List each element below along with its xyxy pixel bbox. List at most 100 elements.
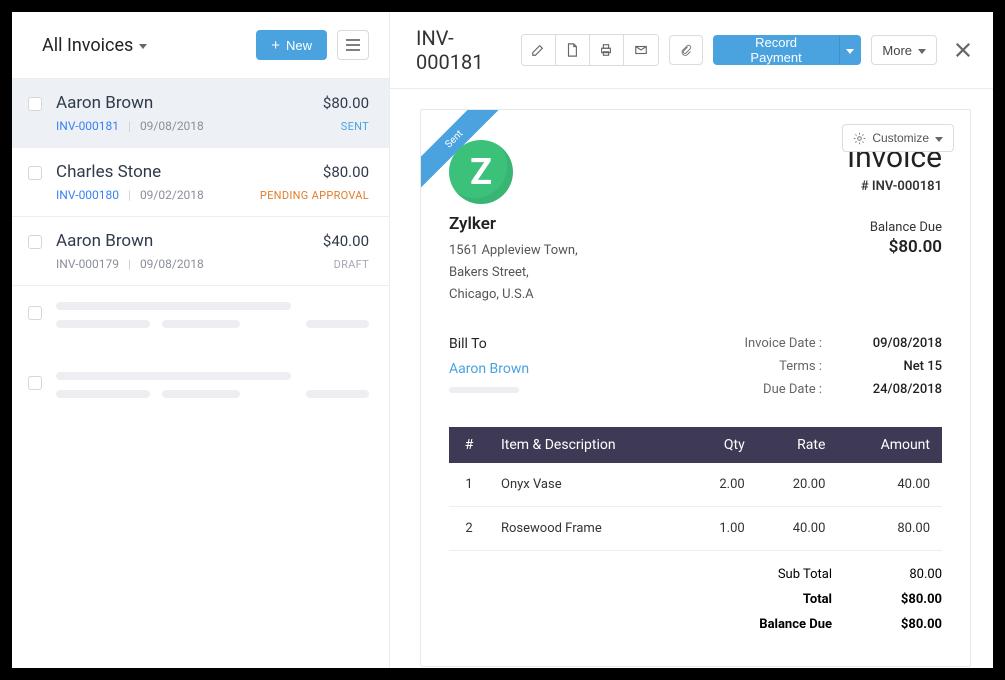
invoice-meta-left: INV-000180 | 09/02/2018 bbox=[56, 188, 204, 202]
addr-line: Chicago, U.S.A bbox=[449, 284, 578, 306]
customer-name: Aaron Brown bbox=[56, 93, 153, 113]
paperclip-icon bbox=[680, 43, 692, 57]
invoice-amount: $80.00 bbox=[323, 94, 369, 112]
total-key: Sub Total bbox=[722, 567, 832, 582]
checkbox[interactable] bbox=[28, 97, 42, 111]
edit-button[interactable] bbox=[522, 35, 556, 65]
meta-row: Due Date : 24/08/2018 bbox=[722, 382, 942, 397]
list-actions: + New bbox=[256, 30, 369, 60]
invoice-list-placeholder bbox=[12, 286, 389, 356]
list-header: All Invoices + New bbox=[12, 12, 389, 79]
meta-value: Net 15 bbox=[852, 359, 942, 374]
meta-key: Due Date : bbox=[722, 382, 822, 397]
total-value: $80.00 bbox=[862, 592, 942, 607]
email-button[interactable] bbox=[624, 35, 658, 65]
chevron-down-icon bbox=[918, 49, 926, 54]
new-label: New bbox=[286, 38, 312, 53]
meta-key: Invoice Date : bbox=[722, 336, 822, 351]
company-name: Zylker bbox=[449, 214, 578, 234]
cell-qty: 2.00 bbox=[686, 463, 756, 507]
total-key: Balance Due bbox=[722, 617, 832, 632]
invoice-meta-left: INV-000179 | 09/08/2018 bbox=[56, 257, 204, 271]
cell-number: 1 bbox=[449, 463, 489, 507]
pdf-button[interactable] bbox=[556, 35, 590, 65]
bill-to-block: Bill To Aaron Brown bbox=[449, 336, 529, 405]
invoice-list-pane: All Invoices + New Aaron Brown $80.00 bbox=[12, 12, 390, 668]
total-row: Sub Total 80.00 bbox=[449, 567, 942, 582]
total-row: Balance Due $80.00 bbox=[449, 617, 942, 632]
total-value: $80.00 bbox=[862, 617, 942, 632]
invoice-number: # INV-000181 bbox=[847, 179, 942, 194]
invoice-meta: Invoice Date : 09/08/2018 Terms : Net 15 Due… bbox=[722, 336, 942, 405]
customer-name: Aaron Brown bbox=[56, 231, 153, 251]
invoice-app: All Invoices + New Aaron Brown $80.00 bbox=[12, 12, 993, 668]
col-qty: Qty bbox=[686, 427, 756, 463]
cell-description: Rosewood Frame bbox=[489, 507, 686, 551]
invoice-number: INV-000179 bbox=[56, 257, 119, 271]
chevron-down-icon bbox=[846, 49, 854, 54]
chevron-down-icon bbox=[139, 44, 147, 49]
customize-button[interactable]: Customize bbox=[842, 124, 954, 152]
cell-rate: 20.00 bbox=[757, 463, 838, 507]
invoice-meta-left: INV-000181 | 09/08/2018 bbox=[56, 119, 204, 133]
total-row: Total $80.00 bbox=[449, 592, 942, 607]
addr-line: Bakers Street, bbox=[449, 262, 578, 284]
bill-to-label: Bill To bbox=[449, 336, 529, 352]
new-invoice-button[interactable]: + New bbox=[256, 30, 327, 60]
invoice-list-item[interactable]: Aaron Brown $80.00 INV-000181 | 09/08/20… bbox=[12, 79, 389, 148]
invoice-status: SENT bbox=[341, 120, 369, 133]
customize-label: Customize bbox=[872, 131, 929, 145]
more-button[interactable]: More bbox=[871, 35, 937, 65]
total-key: Total bbox=[722, 592, 832, 607]
totals-block: Sub Total 80.00 Total $80.00 Balance Due $80.… bbox=[449, 567, 942, 632]
more-label: More bbox=[882, 43, 912, 58]
col-amount: Amount bbox=[837, 427, 942, 463]
plus-icon: + bbox=[271, 38, 280, 53]
balance-due-label: Balance Due bbox=[847, 220, 942, 235]
invoice-list-item[interactable]: Aaron Brown $40.00 INV-000179 | 09/08/20… bbox=[12, 217, 389, 286]
invoice-date: 09/08/2018 bbox=[140, 257, 204, 271]
table-row: 1 Onyx Vase 2.00 20.00 40.00 bbox=[449, 463, 942, 507]
checkbox bbox=[28, 306, 42, 320]
cell-description: Onyx Vase bbox=[489, 463, 686, 507]
invoice-card: Sent Customize Z Zylker 1561 Appleview T… bbox=[420, 109, 971, 667]
checkbox[interactable] bbox=[28, 166, 42, 180]
col-number: # bbox=[449, 427, 489, 463]
chevron-down-icon bbox=[935, 137, 943, 142]
invoice-amount: $80.00 bbox=[323, 163, 369, 181]
list-menu-button[interactable] bbox=[337, 30, 369, 60]
checkbox[interactable] bbox=[28, 235, 42, 249]
detail-title: INV-000181 bbox=[416, 26, 521, 74]
cell-qty: 1.00 bbox=[686, 507, 756, 551]
total-value: 80.00 bbox=[862, 567, 942, 582]
record-payment-group: Record Payment bbox=[713, 35, 862, 65]
company-address: 1561 Appleview Town, Bakers Street, Chic… bbox=[449, 240, 578, 306]
record-payment-dropdown[interactable] bbox=[839, 35, 861, 65]
company-logo: Z bbox=[449, 140, 513, 204]
invoice-list-item[interactable]: Charles Stone $80.00 INV-000180 | 09/02/… bbox=[12, 148, 389, 217]
col-rate: Rate bbox=[757, 427, 838, 463]
print-button[interactable] bbox=[590, 35, 624, 65]
meta-value: 24/08/2018 bbox=[852, 382, 942, 397]
invoice-status: DRAFT bbox=[334, 258, 369, 271]
record-payment-button[interactable]: Record Payment bbox=[713, 35, 840, 65]
bill-to-customer-link[interactable]: Aaron Brown bbox=[449, 361, 529, 377]
invoice-number: INV-000181 bbox=[56, 119, 119, 133]
meta-value: 09/08/2018 bbox=[852, 336, 942, 351]
attachment-button[interactable] bbox=[669, 35, 703, 65]
cell-number: 2 bbox=[449, 507, 489, 551]
detail-actions: Record Payment More bbox=[521, 34, 973, 66]
menu-icon bbox=[346, 39, 360, 51]
invoice-date: 09/08/2018 bbox=[140, 119, 204, 133]
company-block: Z Zylker 1561 Appleview Town, Bakers Str… bbox=[449, 140, 578, 306]
filter-dropdown[interactable]: All Invoices bbox=[42, 35, 147, 56]
meta-row: Invoice Date : 09/08/2018 bbox=[722, 336, 942, 351]
meta-key: Terms : bbox=[722, 359, 822, 374]
close-icon[interactable] bbox=[953, 40, 973, 60]
detail-body: Sent Customize Z Zylker 1561 Appleview T… bbox=[390, 89, 993, 668]
cell-rate: 40.00 bbox=[757, 507, 838, 551]
cell-amount: 80.00 bbox=[837, 507, 942, 551]
invoice-number: INV-000180 bbox=[56, 188, 119, 202]
meta-row: Terms : Net 15 bbox=[722, 359, 942, 374]
invoice-list: Aaron Brown $80.00 INV-000181 | 09/08/20… bbox=[12, 79, 389, 668]
